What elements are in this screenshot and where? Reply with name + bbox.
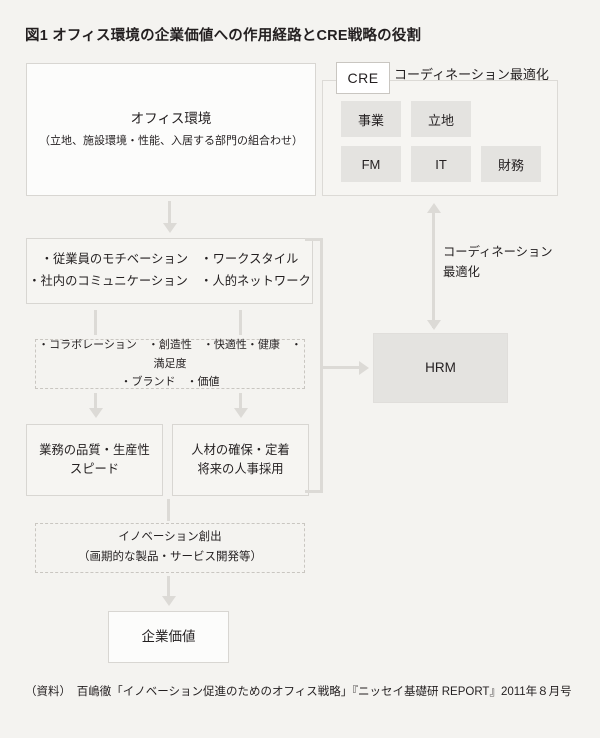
outcome-a-line1: 業務の品質・生産性 — [39, 442, 150, 457]
outcome-talent-retention-box: 人材の確保・定着 将来の人事採用 — [172, 424, 309, 496]
source-note: （資料） 百嶋徹「イノベーション促進のためのオフィス戦略」『ニッセイ基礎研 RE… — [25, 686, 572, 698]
corporate-value-label: 企業価値 — [141, 628, 196, 644]
arrow-up-icon — [427, 203, 441, 213]
employee-factors-line1: ・従業員のモチベーション ・ワークスタイル — [40, 252, 299, 267]
outcome-b-line2: 将来の人事採用 — [197, 462, 284, 476]
arrow-down-icon — [163, 223, 177, 233]
collaboration-factors-box: ・コラボレーション ・創造性 ・快適性・健康 ・満足度 ・ブランド ・価値 — [35, 339, 305, 389]
outcome-quality-productivity-box: 業務の品質・生産性 スピード — [26, 424, 163, 496]
employee-factors-line2: ・社内のコミュニケーション ・人的ネットワーク — [28, 274, 311, 288]
arrow-down-icon — [427, 320, 441, 330]
arrow-down-icon — [89, 408, 103, 418]
connector-office-to-employee — [168, 201, 171, 225]
collaboration-line2: ・ブランド ・価値 — [120, 376, 220, 389]
connector-outcome-to-innovation — [167, 499, 170, 521]
office-environment-detail: （立地、施設環境・性能、入居する部門の組合わせ） — [39, 135, 303, 148]
innovation-line2: （画期的な製品・サービス開発等） — [78, 551, 262, 563]
connector-employee-to-collaboration-right — [239, 310, 242, 335]
innovation-box: イノベーション創出 （画期的な製品・サービス開発等） — [35, 523, 305, 573]
cre-cell-location: 立地 — [411, 101, 471, 137]
coordination-label: コーディネーション 最適化 — [443, 243, 553, 282]
office-environment-box: オフィス環境 （立地、施設環境・性能、入居する部門の組合わせ） — [26, 63, 316, 196]
figure-container: 図1 オフィス環境の企業価値への作用経路とCRE戦略の役割 オフィス環境 （立地… — [0, 0, 600, 738]
cre-tab-label: CRE — [336, 62, 390, 94]
cre-cell-fm: FM — [341, 146, 401, 182]
outcome-b-line1: 人材の確保・定着 — [191, 442, 290, 457]
arrow-down-icon — [162, 596, 176, 606]
employee-factors-box: ・従業員のモチベーション ・ワークスタイル ・社内のコミュニケーション ・人的ネ… — [26, 238, 313, 304]
connector-bracket-bottom — [305, 490, 323, 493]
connector-cre-hrm-vertical — [432, 212, 435, 328]
coordination-label-line2: 最適化 — [443, 264, 480, 279]
coordination-label-line1: コーディネーション — [443, 245, 553, 259]
connector-bracket-to-hrm — [323, 366, 361, 369]
cre-panel-heading: コーディネーション最適化 — [394, 67, 549, 82]
figure-title: 図1 オフィス環境の企業価値への作用経路とCRE戦略の役割 — [25, 28, 422, 44]
arrow-down-icon — [234, 408, 248, 418]
connector-innovation-to-value — [167, 576, 170, 598]
cre-cell-it: IT — [411, 146, 471, 182]
cre-cell-business: 事業 — [341, 101, 401, 137]
outcome-a-line2: スピード — [69, 462, 120, 476]
hrm-label: HRM — [425, 359, 456, 375]
arrow-right-icon — [359, 361, 369, 375]
corporate-value-box: 企業価値 — [108, 611, 229, 663]
collaboration-line1: ・コラボレーション ・創造性 ・快適性・健康 ・満足度 — [38, 338, 302, 370]
innovation-line1: イノベーション創出 — [118, 531, 222, 544]
hrm-box: HRM — [373, 333, 508, 403]
connector-employee-to-collaboration-left — [94, 310, 97, 335]
office-environment-heading: オフィス環境 — [130, 110, 212, 126]
cre-cell-finance: 財務 — [481, 146, 541, 182]
